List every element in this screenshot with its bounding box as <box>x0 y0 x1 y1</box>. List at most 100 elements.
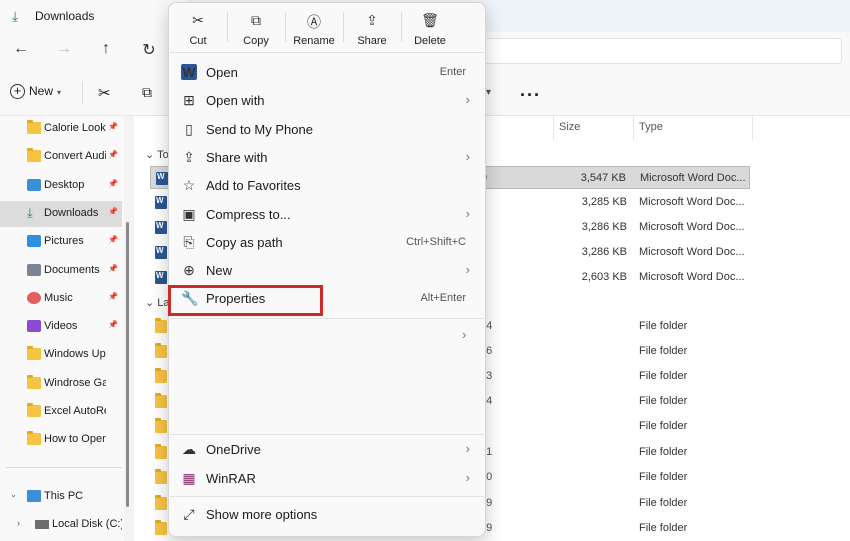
word-document-icon <box>156 172 168 185</box>
group-header-today[interactable]: ⌄ To <box>145 148 169 161</box>
word-document-icon <box>155 196 167 209</box>
sidebar-item-label: Videos <box>44 320 78 333</box>
divider <box>170 318 484 319</box>
menu-item-send-to-my-phone[interactable]: ▯ Send to My Phone <box>170 115 484 143</box>
star-icon: ☆ <box>182 177 196 194</box>
divider <box>401 12 402 42</box>
folder-icon <box>155 393 167 408</box>
column-divider <box>553 116 554 140</box>
divider <box>170 52 484 53</box>
sidebar-scrollbar[interactable] <box>126 222 129 507</box>
folder-icon <box>27 374 41 389</box>
sidebar-item-this-pc[interactable]: ⌄ This PC <box>0 484 122 510</box>
music-icon <box>27 291 41 304</box>
copy-button[interactable]: ⧉ Copy <box>227 2 285 50</box>
pin-icon: 📌 <box>108 320 118 330</box>
properties-highlight-box <box>168 285 323 316</box>
menu-item-label: Compress to... <box>206 206 291 222</box>
sidebar-item-videos[interactable]: Videos 📌 <box>0 314 122 340</box>
delete-button[interactable]: 🗑 Delete <box>401 2 459 50</box>
address-bar[interactable] <box>480 38 842 64</box>
menu-item-open-with[interactable]: ⊞ Open with › <box>170 86 484 114</box>
sidebar-item-music[interactable]: Music 📌 <box>0 286 122 312</box>
share-button[interactable]: ⇪ Share <box>343 2 401 50</box>
cell-size: 3,286 KB <box>581 221 627 233</box>
cell-type: Microsoft Word Doc... <box>639 271 745 283</box>
chevron-down-icon: ▾ <box>57 88 62 97</box>
sidebar-item-local-disk[interactable]: › Local Disk (C:) <box>0 512 122 538</box>
cell-type: File folder <box>639 395 688 407</box>
divider <box>6 467 122 468</box>
refresh-button[interactable]: ↻ <box>137 40 161 60</box>
divider <box>170 496 484 497</box>
cell-type: File folder <box>639 497 688 509</box>
group-header-last[interactable]: ⌄ La <box>145 296 170 309</box>
menu-item-add-to-favorites[interactable]: ☆ Add to Favorites <box>170 171 484 199</box>
sidebar-item-windrose-game[interactable]: Windrose Game <box>0 371 122 397</box>
menu-item-label: Share with <box>206 149 268 165</box>
tab-downloads[interactable]: ⤓ Downloads <box>0 0 190 32</box>
column-header-size[interactable]: Size <box>559 121 580 133</box>
folder-icon <box>27 431 41 446</box>
cell-type: Microsoft Word Doc... <box>640 172 746 184</box>
expand-icon: ⤢ <box>183 506 195 522</box>
word-document-icon <box>155 271 167 284</box>
menu-item-open[interactable]: W Open Enter <box>170 58 484 86</box>
chevron-right-icon: › <box>465 469 470 485</box>
pin-icon: 📌 <box>108 206 118 216</box>
sidebar-item-pictures[interactable]: Pictures 📌 <box>0 229 122 255</box>
menu-item-onedrive[interactable]: ☁ OneDrive › <box>170 435 484 463</box>
cut-button[interactable]: ✂ Cut <box>169 2 227 50</box>
pin-icon: 📌 <box>108 263 118 273</box>
chevron-right-icon: › <box>465 148 470 164</box>
cell-type: Microsoft Word Doc... <box>639 221 745 233</box>
copy-toolbar-icon[interactable]: ⧉ <box>142 84 152 101</box>
videos-icon <box>27 320 41 333</box>
cut-toolbar-icon[interactable]: ✂ <box>98 84 111 102</box>
pin-icon: 📌 <box>108 235 118 245</box>
cell-type: File folder <box>639 320 688 332</box>
divider <box>82 82 83 104</box>
up-button[interactable]: ↑ <box>94 40 118 60</box>
chevron-down-icon: ⌄ <box>10 490 17 499</box>
drive-icon <box>35 520 49 529</box>
cell-type: File folder <box>639 522 688 534</box>
sidebar-item-convert-audi[interactable]: Convert Audi 📌 <box>0 144 122 170</box>
sidebar-item-excel-autorecov[interactable]: Excel AutoRecov <box>0 399 122 425</box>
sidebar-item-how-to-open-ar[interactable]: How to Open ar <box>0 427 122 453</box>
sidebar-item-desktop[interactable]: Desktop 📌 <box>0 173 122 199</box>
cell-type: Microsoft Word Doc... <box>639 246 745 258</box>
sidebar-item-downloads[interactable]: ⤓ Downloads 📌 <box>0 200 122 227</box>
sidebar-item-windows-updat[interactable]: Windows Updat <box>0 342 122 368</box>
sidebar-item-label: How to Open ar <box>44 433 106 446</box>
menu-item-share-with[interactable]: ⇪ Share with › <box>170 143 484 171</box>
forward-button[interactable]: → <box>52 40 76 60</box>
cell-size: 2,603 KB <box>581 271 627 283</box>
new-button[interactable]: + New ▾ <box>10 84 61 104</box>
column-divider <box>633 116 634 140</box>
sidebar-item-label: Windows Updat <box>44 348 106 361</box>
rename-icon: Ⓐ <box>307 14 321 30</box>
pin-icon: 📌 <box>108 291 118 301</box>
rename-button[interactable]: Ⓐ Rename <box>285 2 343 50</box>
winrar-icon: ▦ <box>182 469 196 486</box>
sidebar-item-calorie-looku[interactable]: Calorie Looku 📌 <box>0 116 122 142</box>
menu-item-new[interactable]: ⊕ New › <box>170 256 484 284</box>
sidebar-item-label: Desktop <box>44 178 85 191</box>
menu-item-copy-as-path[interactable]: ⎘ Copy as path Ctrl+Shift+C <box>170 228 484 256</box>
sidebar-item-documents[interactable]: Documents 📌 <box>0 258 122 284</box>
chevron-down-icon[interactable]: ▾ <box>486 87 491 98</box>
path-icon: ⎘ <box>183 233 195 250</box>
show-more-options[interactable]: ⤢ Show more options <box>170 500 484 528</box>
column-header-type[interactable]: Type <box>639 121 663 133</box>
menu-item-winrar[interactable]: ▦ WinRAR › <box>170 464 484 492</box>
more-options-button[interactable]: ··· <box>520 85 541 106</box>
chevron-right-icon: › <box>465 205 470 221</box>
menu-item-label: Send to My Phone <box>206 121 313 137</box>
back-button[interactable]: ← <box>9 40 33 60</box>
menu-item-label: OneDrive <box>206 442 261 457</box>
menu-item-label: New <box>206 263 233 279</box>
sidebar-item-label: Downloads <box>44 206 99 219</box>
menu-item-compress-to[interactable]: ▣ Compress to... › <box>170 200 484 228</box>
folder-icon <box>155 318 167 333</box>
